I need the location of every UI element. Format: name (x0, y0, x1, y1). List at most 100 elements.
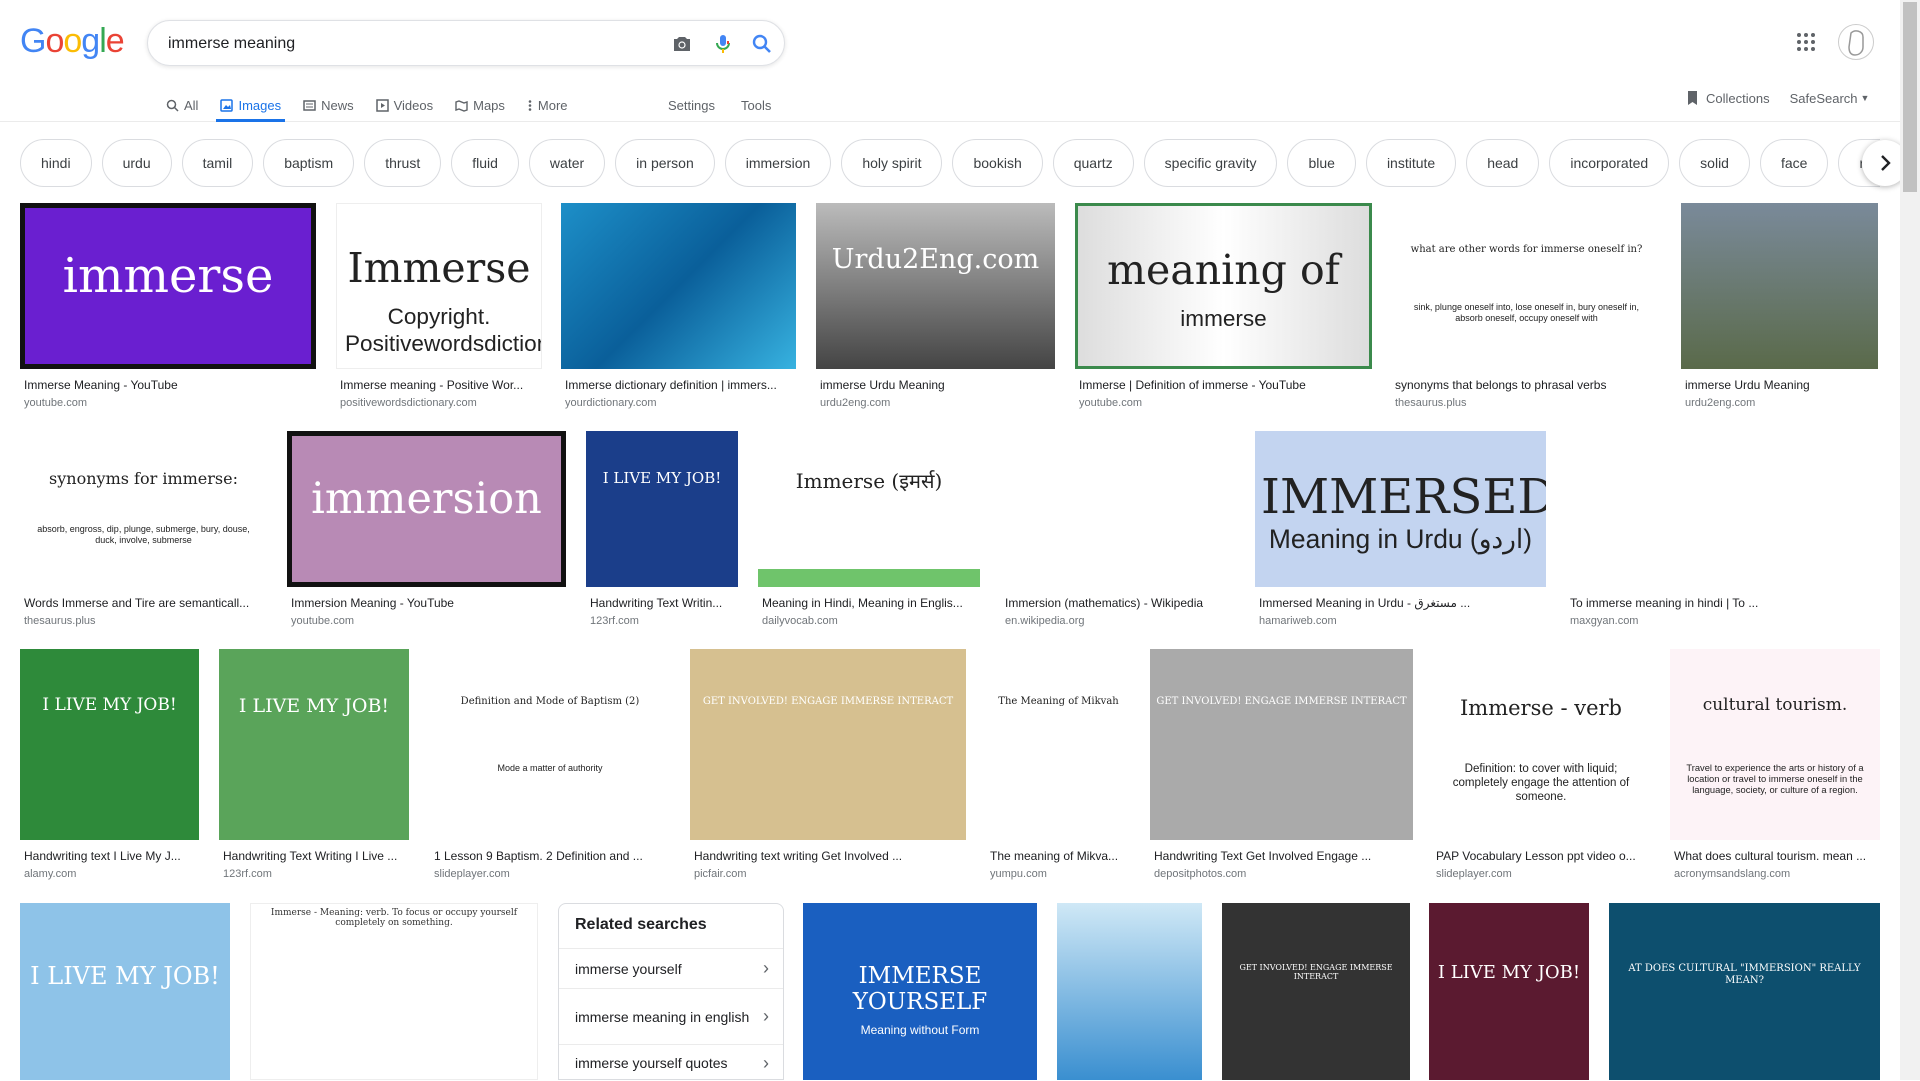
result-title[interactable]: Immersed Meaning in Urdu - مستغرق ... (1259, 596, 1542, 610)
result-thumbnail[interactable]: immersion (287, 431, 566, 587)
result-title[interactable]: Handwriting text I Live My J... (24, 849, 195, 863)
image-result[interactable]: Immerse (इमर्स) Meaning in Hindi, Meaning… (758, 431, 980, 629)
result-thumbnail[interactable]: meaning of immerse (1075, 203, 1372, 369)
result-title[interactable]: To immerse meaning in hindi | To ... (1570, 596, 1875, 610)
image-result[interactable]: immerse Immerse Meaning - YouTube youtube.… (20, 203, 316, 411)
chip-head[interactable]: head (1466, 139, 1540, 187)
result-title[interactable]: Immersion (mathematics) - Wikipedia (1005, 596, 1231, 610)
result-title[interactable]: Handwriting Text Get Involved Engage ... (1154, 849, 1409, 863)
result-title[interactable]: The meaning of Mikva... (990, 849, 1127, 863)
chip-quartz[interactable]: quartz (1052, 139, 1134, 187)
result-thumbnail[interactable]: cultural tourism. Travel to experience th… (1670, 649, 1880, 840)
image-result[interactable]: immerse Urdu Meaning urdu2eng.com (1681, 203, 1878, 411)
result-thumbnail[interactable]: Definition and Mode of Baptism (2) Mode a… (430, 649, 670, 840)
result-thumbnail[interactable]: Urdu2Eng.com (816, 203, 1055, 369)
tab-news[interactable]: News (303, 88, 354, 122)
image-result[interactable]: Immerse - verb Definition: to cover with … (1432, 649, 1650, 882)
result-thumbnail[interactable]: The Meaning of Mikvah (986, 649, 1131, 840)
camera-icon[interactable] (670, 32, 694, 56)
image-result[interactable]: To immerse meaning in hindi | To ... maxg… (1566, 431, 1879, 629)
tab-all[interactable]: All (166, 88, 198, 122)
result-title[interactable]: Immersion Meaning - YouTube (291, 596, 562, 610)
result-title[interactable]: Immerse | Definition of immerse - YouTub… (1079, 378, 1368, 392)
search-icon[interactable] (750, 32, 774, 56)
result-thumbnail[interactable]: Immerse - verb Definition: to cover with … (1432, 649, 1650, 840)
result-title[interactable]: Words Immerse and Tire are semanticall..… (24, 596, 263, 610)
result-title[interactable]: immerse Urdu Meaning (1685, 378, 1874, 392)
result-thumbnail[interactable]: I LIVE MY JOB! (586, 431, 738, 587)
chip-holy-spirit[interactable]: holy spirit (841, 139, 943, 187)
image-result[interactable]: I LIVE MY JOB! (1429, 903, 1589, 1080)
image-result[interactable]: Definition and Mode of Baptism (2) Mode a… (430, 649, 670, 882)
result-title[interactable]: Immerse dictionary definition | immers..… (565, 378, 792, 392)
image-result[interactable]: The Meaning of Mikvah The meaning of Mikv… (986, 649, 1131, 882)
apps-grid-icon[interactable] (1794, 30, 1818, 54)
result-title[interactable]: What does cultural tourism. mean ... (1674, 849, 1876, 863)
image-result[interactable]: Immersion (mathematics) - Wikipedia en.wi… (1001, 431, 1235, 629)
result-thumbnail[interactable]: Immerse (इमर्स) (758, 431, 980, 587)
image-result[interactable]: Immerse - Meaning: verb. To focus or occ… (250, 903, 538, 1080)
result-thumbnail[interactable] (1566, 431, 1879, 587)
settings-link[interactable]: Settings (668, 88, 715, 122)
tab-more[interactable]: More (527, 88, 568, 122)
image-result[interactable]: what are other words for immerse oneself… (1391, 203, 1662, 411)
google-logo[interactable]: Google (20, 22, 125, 61)
result-thumbnail[interactable]: GET INVOLVED! ENGAGE IMMERSE INTERACT (690, 649, 966, 840)
chip-immersion[interactable]: immersion (724, 139, 832, 187)
result-title[interactable]: Meaning in Hindi, Meaning in Englis... (762, 596, 976, 610)
related-search-item[interactable]: immerse yourself › (559, 948, 783, 988)
chip-bookish[interactable]: bookish (952, 139, 1043, 187)
result-title[interactable]: Handwriting Text Writing I Live ... (223, 849, 405, 863)
result-thumbnail[interactable]: GET INVOLVED! ENGAGE IMMERSE INTERACT (1150, 649, 1413, 840)
image-result[interactable]: synonyms for immerse: absorb, engross, di… (20, 431, 267, 629)
related-search-item[interactable]: immerse yourself quotes › (559, 1044, 783, 1081)
result-thumbnail[interactable] (561, 203, 796, 369)
chip-urdu[interactable]: urdu (101, 139, 172, 187)
image-result[interactable]: Immerse Copyright. Positivewordsdictionar… (336, 203, 542, 411)
image-result[interactable]: Immerse dictionary definition | immers..… (561, 203, 796, 411)
image-result[interactable]: meaning of immerse Immerse | Definition of… (1075, 203, 1372, 411)
result-thumbnail[interactable] (1001, 431, 1235, 587)
image-result[interactable]: IMMERSED Meaning in Urdu (اردو) Immersed M… (1255, 431, 1546, 629)
image-result[interactable]: GET INVOLVED! ENGAGE IMMERSE INTERACT Han… (690, 649, 966, 882)
result-title[interactable]: Immerse Meaning - YouTube (24, 378, 312, 392)
chip-face[interactable]: face (1759, 139, 1829, 187)
collections-link[interactable]: Collections (1686, 88, 1770, 108)
result-thumbnail[interactable]: synonyms for immerse: absorb, engross, di… (20, 431, 267, 587)
safesearch-dropdown[interactable]: SafeSearch ▼ (1790, 88, 1870, 108)
result-title[interactable]: immerse Urdu Meaning (820, 378, 1051, 392)
chip-in-person[interactable]: in person (615, 139, 715, 187)
image-result[interactable]: AT DOES CULTURAL "IMMERSION" REALLY MEAN… (1609, 903, 1880, 1080)
chip-water[interactable]: water (528, 139, 606, 187)
chip-tamil[interactable]: tamil (181, 139, 254, 187)
avatar[interactable] (1838, 24, 1874, 60)
image-result[interactable]: GET INVOLVED! ENGAGE IMMERSE INTERACT Han… (1150, 649, 1413, 882)
tools-link[interactable]: Tools (741, 88, 771, 122)
image-result[interactable]: IMMERSE YOURSELF Meaning without Form (803, 903, 1037, 1080)
result-thumbnail[interactable]: what are other words for immerse oneself… (1391, 203, 1662, 369)
result-thumbnail[interactable]: Immerse Copyright. Positivewordsdictionar… (336, 203, 542, 369)
page-scrollbar[interactable] (1900, 0, 1920, 1080)
result-title[interactable]: Immerse meaning - Positive Wor... (340, 378, 538, 392)
image-result[interactable]: I LIVE MY JOB! Handwriting Text Writing I… (219, 649, 409, 882)
image-result[interactable]: immersion Immersion Meaning - YouTube yout… (287, 431, 566, 629)
result-thumbnail[interactable] (1681, 203, 1878, 369)
image-result[interactable] (1057, 903, 1202, 1080)
result-thumbnail[interactable]: IMMERSED Meaning in Urdu (اردو) (1255, 431, 1546, 587)
chip-thrust[interactable]: thrust (364, 139, 442, 187)
result-thumbnail[interactable]: I LIVE MY JOB! (219, 649, 409, 840)
microphone-icon[interactable] (711, 32, 735, 56)
search-input[interactable] (168, 33, 608, 55)
image-result[interactable]: GET INVOLVED! ENGAGE IMMERSE INTERACT (1222, 903, 1410, 1080)
scrollbar-thumb[interactable] (1903, 2, 1917, 192)
image-result[interactable]: Urdu2Eng.com immerse Urdu Meaning urdu2eng… (816, 203, 1055, 411)
chip-specific-gravity[interactable]: specific gravity (1143, 139, 1278, 187)
result-title[interactable]: PAP Vocabulary Lesson ppt video o... (1436, 849, 1646, 863)
chip-baptism[interactable]: baptism (263, 139, 355, 187)
related-search-item[interactable]: immerse meaning in english › (559, 988, 783, 1044)
tab-images[interactable]: Images (216, 88, 285, 122)
chip-fluid[interactable]: fluid (451, 139, 519, 187)
result-thumbnail[interactable]: I LIVE MY JOB! (20, 649, 199, 840)
result-thumbnail[interactable]: immerse (20, 203, 316, 369)
result-title[interactable]: Handwriting Text Writin... (590, 596, 734, 610)
